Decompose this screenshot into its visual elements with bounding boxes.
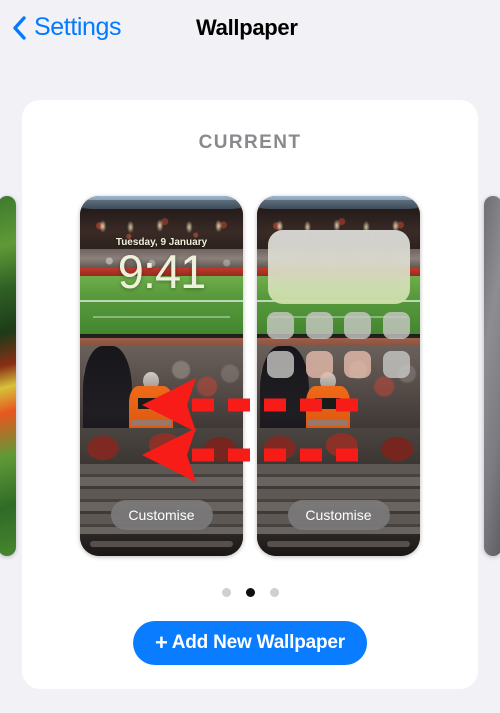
wallpaper-carousel[interactable]: Tuesday, 9 January 9:41 Customise Custom… [0, 196, 500, 558]
add-new-wallpaper-label: Add New Wallpaper [171, 632, 345, 653]
add-new-wallpaper-button[interactable]: + Add New Wallpaper [133, 621, 367, 665]
page-title: Wallpaper [196, 15, 298, 40]
plus-icon: + [155, 630, 168, 655]
wallpaper-settings-screen: Settings Wallpaper CURRENT Tuesday, 9 Ja… [0, 0, 500, 713]
back-button-label: Settings [34, 13, 122, 41]
app-icon-placeholder [382, 351, 410, 378]
home-screen-widget-placeholder [268, 230, 410, 304]
page-indicator[interactable] [22, 588, 478, 597]
section-heading: CURRENT [198, 132, 302, 153]
lock-screen-preview[interactable]: Tuesday, 9 January 9:41 Customise [80, 196, 243, 556]
app-icon-placeholder [267, 312, 294, 339]
home-screen-preview[interactable]: Customise [257, 196, 420, 556]
app-icon-placeholder [344, 351, 371, 378]
app-icon-placeholder [305, 351, 333, 378]
page-dot[interactable] [269, 588, 279, 597]
page-dot[interactable] [221, 588, 231, 597]
customise-home-screen-button[interactable]: Customise [287, 500, 390, 530]
app-icon-placeholder [344, 312, 371, 339]
customise-lock-screen-button[interactable]: Customise [110, 500, 213, 530]
back-to-settings-button[interactable]: Settings [12, 13, 122, 42]
app-icon-placeholder [382, 312, 410, 339]
app-icon-placeholder [267, 351, 294, 378]
next-wallpaper-peek[interactable] [484, 196, 500, 556]
current-wallpaper-card: CURRENT Tuesday, 9 January 9:41 Customis… [0, 100, 500, 689]
previous-wallpaper-peek[interactable] [0, 196, 16, 556]
home-screen-app-icon-grid [267, 312, 412, 378]
navigation-bar: Settings Wallpaper [0, 0, 500, 60]
page-dot-active[interactable] [245, 588, 255, 597]
chevron-left-icon [13, 15, 26, 40]
app-icon-placeholder [305, 312, 333, 339]
lock-screen-time: 9:41 [117, 245, 206, 298]
